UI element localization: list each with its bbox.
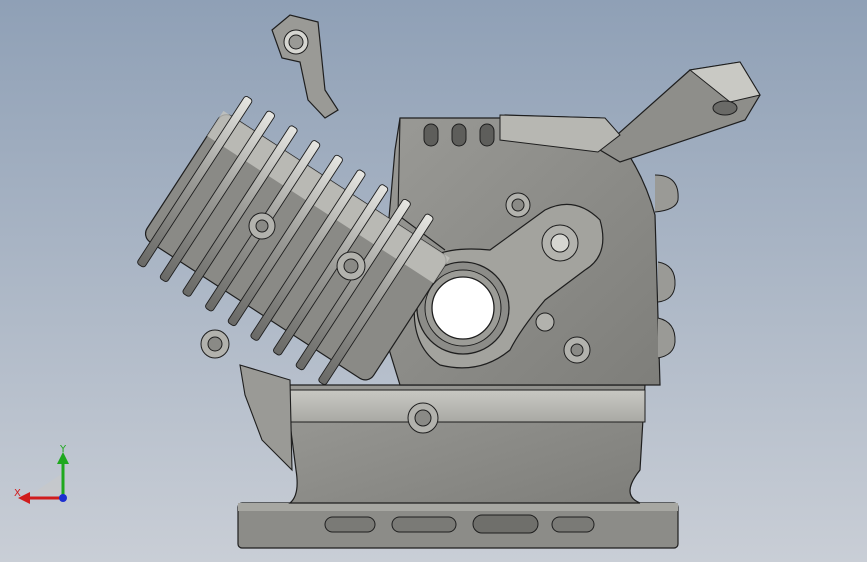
- triad-plane: [30, 475, 60, 495]
- y-axis-label: Y: [59, 444, 67, 455]
- z-axis-dot: [59, 494, 67, 502]
- axis-triad: Y X: [14, 444, 69, 504]
- engine-block-model[interactable]: [0, 0, 867, 562]
- graphics-viewport[interactable]: Y X: [0, 0, 867, 562]
- crank-bore: [431, 276, 495, 340]
- left-skirt: [239, 364, 293, 472]
- lifting-ear: [271, 14, 339, 119]
- x-axis-label: X: [14, 488, 21, 499]
- base-plate: [237, 502, 679, 549]
- crankcase-lower: [282, 384, 646, 504]
